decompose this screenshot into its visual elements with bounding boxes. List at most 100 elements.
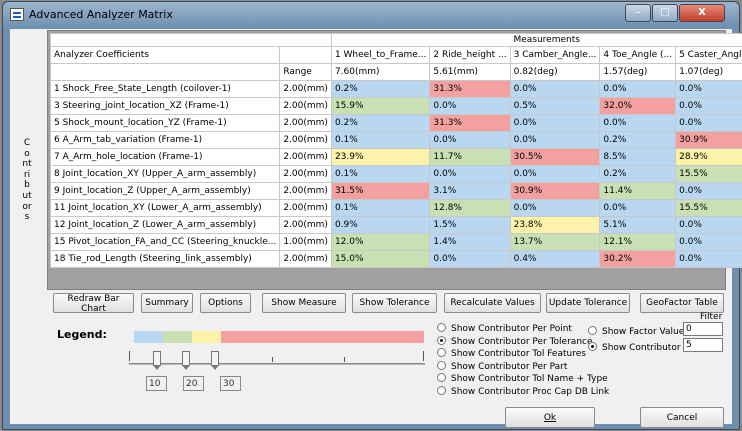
contribution-cell[interactable]: 8.5% [599,148,677,166]
contributor-option[interactable]: Show Contributor Tol Name + Type [437,373,608,384]
threshold-thumb-1[interactable] [153,351,161,370]
contribution-cell[interactable]: 11.4% [599,182,677,200]
contributor-option-radio[interactable] [437,348,446,358]
contributor-percent-filter-input[interactable] [683,338,723,352]
table-row[interactable]: 9 Joint_location_Z (Upper_A_arm_assembly… [49,182,742,200]
contribution-cell[interactable]: 0.0% [509,114,601,132]
table-row[interactable]: 6 A_Arm_tab_variation (Frame-1) 2.00(mm) 0… [49,131,742,149]
cancel-button[interactable]: Cancel [640,407,724,428]
contribution-cell[interactable]: 0.0% [509,199,601,217]
threshold-slider-track[interactable] [129,363,425,365]
contribution-cell[interactable]: 0.9% [330,216,431,234]
contribution-cell[interactable]: 0.2% [599,131,677,149]
minimize-button[interactable]: – [625,4,651,22]
table-row[interactable]: 12 Joint_location_Z (Lower_A_arm_assembl… [49,216,742,234]
contribution-cell[interactable]: 5.1% [599,216,677,234]
recalculate-values-button[interactable]: Recalculate Values [444,293,541,313]
contribution-cell[interactable]: 0.0% [509,165,601,183]
contribution-cell[interactable]: 0.2% [330,114,431,132]
title-bar[interactable]: Advanced Analyzer Matrix – □ X [3,2,739,28]
contributor-option[interactable]: Show Contributor Proc Cap DB Link [437,386,609,397]
contribution-cell[interactable]: 12.1% [599,233,677,251]
contribution-cell[interactable]: 0.4% [509,250,601,268]
contributor-option[interactable]: Show Contributor Per Point [437,323,572,334]
contribution-cell[interactable]: 0.0% [675,250,742,268]
measurement-header[interactable]: 5 Caster_Angle ... [675,46,742,64]
contribution-cell[interactable]: 28.9% [675,148,742,166]
contribution-cell[interactable]: 0.0% [675,80,742,98]
factor-value-filter-input[interactable] [683,322,723,336]
contribution-cell[interactable]: 0.0% [675,233,742,251]
contribution-cell[interactable]: 0.0% [429,131,511,149]
table-row[interactable]: 1 Shock_Free_State_Length (coilover-1) 2.… [49,80,742,98]
contributor-option-radio[interactable] [437,386,446,395]
contribution-cell[interactable]: 30.2% [599,250,677,268]
contribution-cell[interactable]: 0.0% [675,182,742,200]
table-row[interactable]: 18 Tie_rod_Length (Steering_link_assembl… [49,250,742,268]
contributor-option[interactable]: Show Contributor Tol Features [437,348,586,359]
contribution-cell[interactable]: 0.0% [675,216,742,234]
geofactor-table-button[interactable]: GeoFactor Table [640,293,724,313]
contribution-cell[interactable]: 15.5% [675,165,742,183]
table-row[interactable]: 7 A_Arm_hole_location (Frame-1) 2.00(mm) 2… [49,148,742,166]
options-button[interactable]: Options [200,293,251,313]
contribution-cell[interactable]: 0.0% [429,165,511,183]
contribution-cell[interactable]: 31.5% [330,182,431,200]
table-row[interactable]: 3 Steering_joint_location_XZ (Frame-1) 2.… [49,97,742,115]
table-row[interactable]: 8 Joint_location_XY (Upper_A_arm_assembl… [49,165,742,183]
contribution-cell[interactable]: 0.0% [599,199,677,217]
table-row[interactable]: 11 Joint_location_XY (Lower_A_arm_assemb… [49,199,742,217]
contribution-cell[interactable]: 0.2% [330,80,431,98]
contribution-cell[interactable]: 30.9% [509,182,601,200]
show-contributor-percent-option[interactable]: Show Contributor % [588,342,692,353]
measurement-header[interactable]: 4 Toe_Angle (... [599,46,677,64]
contribution-cell[interactable]: 0.0% [599,114,677,132]
show-tolerance-button[interactable]: Show Tolerance [352,293,437,313]
update-tolerance-button[interactable]: Update Tolerance [546,293,630,313]
contributor-option-radio[interactable] [437,360,446,370]
contribution-cell[interactable]: 0.0% [509,80,601,98]
table-row[interactable]: 5 Shock_mount_location_YZ (Frame-1) 2.00(… [49,114,742,132]
contribution-cell[interactable]: 13.7% [509,233,601,251]
contribution-cell[interactable]: 32.0% [599,97,677,115]
contribution-cell[interactable]: 0.1% [330,199,431,217]
close-button[interactable]: X [679,4,725,22]
summary-button[interactable]: Summary [141,293,193,313]
threshold-thumb-3[interactable] [211,351,219,370]
contribution-cell[interactable]: 0.5% [509,97,601,115]
show-measure-button[interactable]: Show Measure [262,293,346,313]
contribution-cell[interactable]: 30.9% [675,131,742,149]
contribution-cell[interactable]: 12.0% [330,233,431,251]
contribution-cell[interactable]: 12.8% [429,199,511,217]
analyzer-matrix-grid[interactable]: Measurements Analyzer Coefficients 1 Whee… [47,30,742,290]
contribution-cell[interactable]: 11.7% [429,148,511,166]
contributor-option-radio[interactable] [437,323,446,332]
measurement-header[interactable]: 2 Ride_height ... [429,46,511,64]
measurement-header[interactable]: 1 Wheel_to_Frame... [330,46,431,64]
contribution-cell[interactable]: 15.5% [675,199,742,217]
threshold-thumb-2[interactable] [182,351,190,370]
contribution-cell[interactable]: 31.3% [429,114,511,132]
contribution-cell[interactable]: 3.1% [429,182,511,200]
contribution-cell[interactable]: 1.4% [429,233,511,251]
redraw-bar-chart-button[interactable]: Redraw Bar Chart [53,293,134,314]
maximize-button[interactable]: □ [652,4,678,22]
show-factor-value-option[interactable]: Show Factor Value [588,326,684,337]
contribution-cell[interactable]: 0.0% [509,131,601,149]
show-contributor-percent-radio[interactable] [588,342,597,351]
contribution-cell[interactable]: 1.5% [429,216,511,234]
show-factor-value-radio[interactable] [588,326,597,335]
contribution-cell[interactable]: 15.9% [330,97,431,115]
contribution-cell[interactable]: 0.0% [675,97,742,115]
contributor-option[interactable]: Show Contributor Per Part [437,360,567,372]
table-row[interactable]: 15 Pivot_location_FA_and_CC (Steering_kn… [49,233,742,251]
contribution-cell[interactable]: 31.3% [429,80,511,98]
contribution-cell[interactable]: 0.1% [330,131,431,149]
contributor-option-radio[interactable] [437,373,446,383]
contribution-cell[interactable]: 23.9% [330,148,431,166]
contribution-cell[interactable]: 0.0% [429,250,511,268]
contribution-cell[interactable]: 30.5% [509,148,601,166]
contribution-cell[interactable]: 23.8% [509,216,601,234]
contribution-cell[interactable]: 0.2% [599,165,677,183]
contribution-cell[interactable]: 0.1% [330,165,431,183]
